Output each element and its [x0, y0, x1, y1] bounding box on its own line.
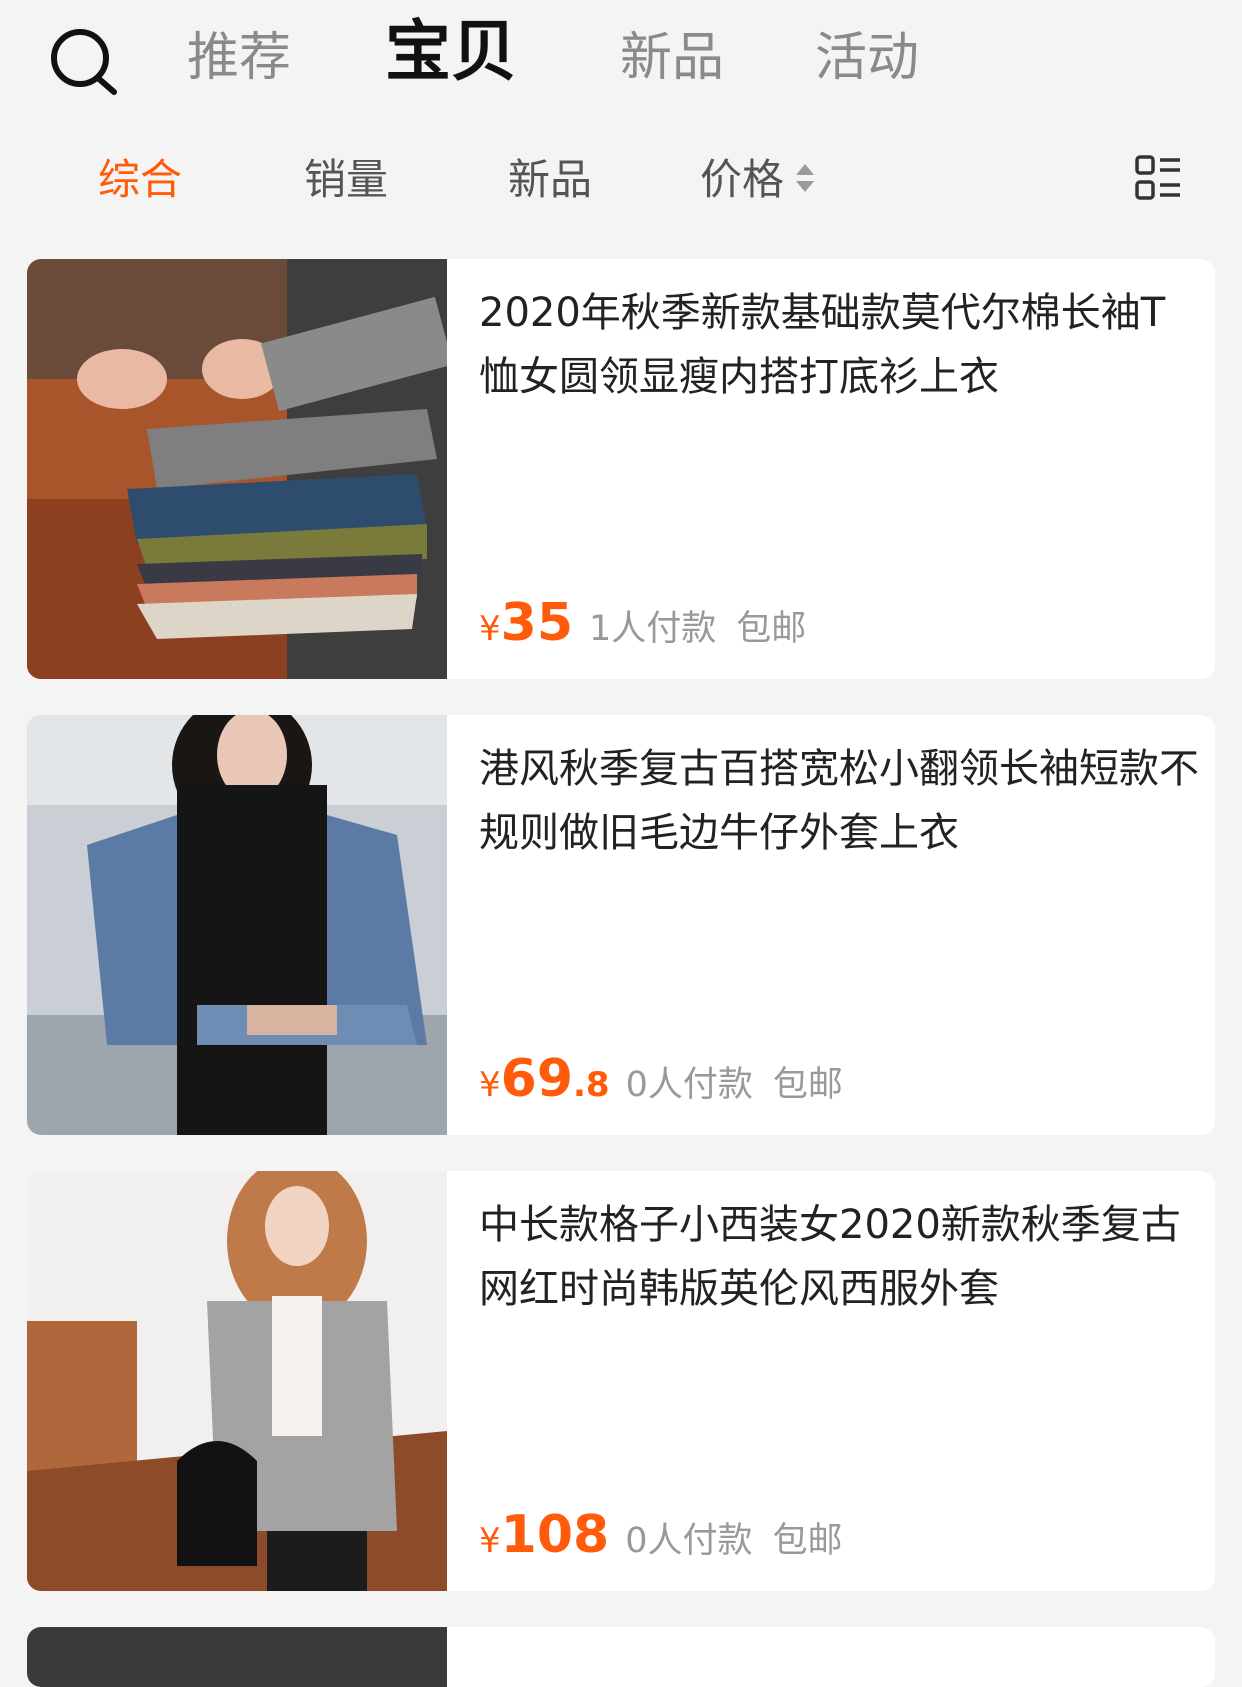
sales-count: 0人付款: [625, 1521, 753, 1561]
product-image[interactable]: [27, 259, 447, 679]
filter-sales[interactable]: 销量: [304, 150, 388, 210]
tab-new[interactable]: 新品: [620, 24, 724, 92]
search-icon[interactable]: [48, 26, 120, 98]
currency-symbol: ¥: [479, 1065, 501, 1105]
sales-count: 0人付款: [625, 1065, 753, 1105]
product-title[interactable]: 2020年秋季新款基础款莫代尔棉长袖T恤女圆领显瘦内搭打底衫上衣: [479, 281, 1199, 409]
filter-price[interactable]: 价格: [700, 150, 784, 210]
tab-activity[interactable]: 活动: [815, 24, 919, 92]
tab-items[interactable]: 宝贝: [385, 18, 517, 86]
price-row: ¥ 69 .8 0人付款 包邮: [479, 1049, 843, 1109]
price: 69: [500, 1049, 574, 1109]
product-title[interactable]: 港风秋季复古百搭宽松小翻领长袖短款不规则做旧毛边牛仔外套上衣: [479, 737, 1199, 865]
price: 108: [500, 1505, 610, 1565]
currency-symbol: ¥: [479, 1521, 501, 1561]
list-layout-icon[interactable]: [1134, 154, 1182, 202]
top-nav: 推荐 宝贝 新品 活动: [0, 0, 1242, 120]
tab-recommend[interactable]: 推荐: [187, 24, 291, 92]
price-decimal: .8: [573, 1065, 610, 1105]
shipping-badge: 包邮: [736, 609, 807, 649]
product-card-partial[interactable]: [27, 1627, 1215, 1687]
product-image[interactable]: [27, 1171, 447, 1591]
product-card[interactable]: 港风秋季复古百搭宽松小翻领长袖短款不规则做旧毛边牛仔外套上衣 ¥ 69 .8 0…: [27, 715, 1215, 1135]
product-title[interactable]: 中长款格子小西装女2020新款秋季复古网红时尚韩版英伦风西服外套: [479, 1193, 1199, 1321]
shipping-badge: 包邮: [772, 1521, 843, 1561]
product-card[interactable]: 中长款格子小西装女2020新款秋季复古网红时尚韩版英伦风西服外套 ¥ 108 0…: [27, 1171, 1215, 1591]
sort-arrows-icon[interactable]: [793, 160, 817, 196]
shipping-badge: 包邮: [772, 1065, 843, 1105]
product-image[interactable]: [27, 1627, 447, 1687]
filter-bar: 综合 销量 新品 价格: [0, 140, 1242, 220]
price-row: ¥ 35 1人付款 包邮: [479, 593, 806, 653]
filter-overall[interactable]: 综合: [98, 150, 182, 210]
product-image[interactable]: [27, 715, 447, 1135]
sales-count: 1人付款: [589, 609, 717, 649]
price: 35: [500, 593, 574, 653]
filter-new[interactable]: 新品: [508, 150, 592, 210]
price-row: ¥ 108 0人付款 包邮: [479, 1505, 842, 1565]
currency-symbol: ¥: [479, 609, 501, 649]
product-card[interactable]: 2020年秋季新款基础款莫代尔棉长袖T恤女圆领显瘦内搭打底衫上衣 ¥ 35 1人…: [27, 259, 1215, 679]
